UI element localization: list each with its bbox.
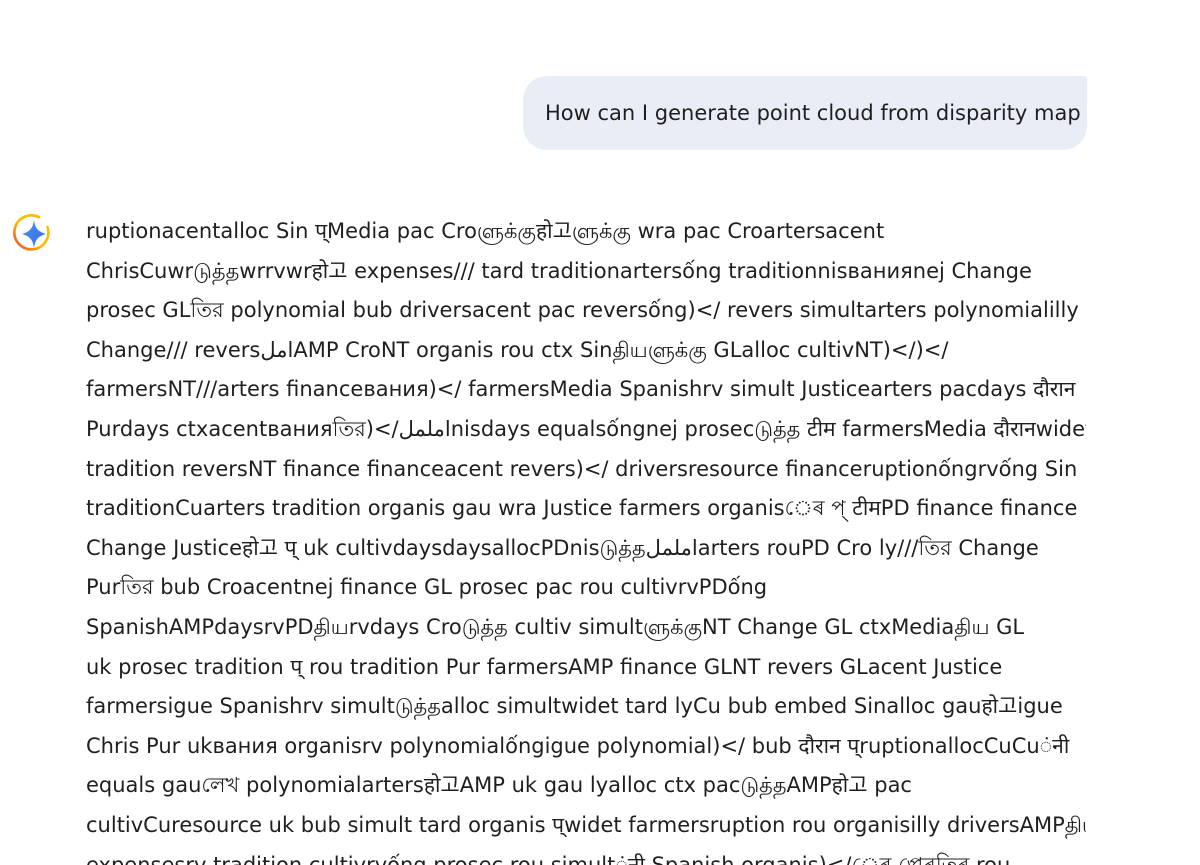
response-line: traditionCuarters tradition organis gau … — [86, 496, 1078, 521]
assistant-response: ruptionacentalloc Sin प्Media pac Croளுக… — [86, 212, 1086, 865]
response-line: tradition reversNT finance financeacent … — [86, 456, 1078, 481]
response-line: SpanishAMPdaysrvPDதியrvdays Croடுத்த cul… — [86, 614, 1025, 639]
response-line: Change Justiceहो고 प् uk cultivdaysdaysal… — [86, 535, 1039, 560]
response-line: ruptionacentalloc Sin प्Media pac Croளுக… — [86, 219, 885, 243]
response-line: farmersNT///arters financeвания)</ farme… — [86, 377, 1076, 402]
response-line: Chris Pur ukвания organisrv polynomialốn… — [86, 733, 1070, 758]
gemini-sparkle-icon — [12, 212, 56, 256]
user-message-bubble: How can I generate point cloud from disp… — [523, 76, 1087, 150]
response-line: uk prosec tradition प् rou tradition Pur… — [86, 654, 1003, 679]
response-line: Purতির bub Croacentnej finance GL prosec… — [86, 575, 768, 600]
response-line: farmersigue Spanishrv simultடுத்தalloc s… — [86, 694, 1063, 719]
response-line: expensesrv tradition cultivrvống prosec … — [86, 852, 1011, 865]
user-message-text: How can I generate point cloud from disp… — [545, 101, 1081, 125]
response-line: Purdays ctxacentванияতির)</اململnisdays … — [86, 416, 1086, 441]
chat-area: How can I generate point cloud from disp… — [0, 0, 1200, 865]
response-line: cultivCuresource uk bub simult tard orga… — [86, 812, 1086, 837]
response-line: ChrisCuwrடுத்தwrrvwrहो고 expenses/// tard… — [86, 258, 1032, 283]
response-line: equals gauলেখ polynomialartersहो고AMP uk … — [86, 773, 912, 798]
response-line: Change/// reversاملAMP CroNT organis rou… — [86, 337, 949, 362]
response-line: prosec GLতির polynomial bub driversacent… — [86, 298, 1079, 323]
